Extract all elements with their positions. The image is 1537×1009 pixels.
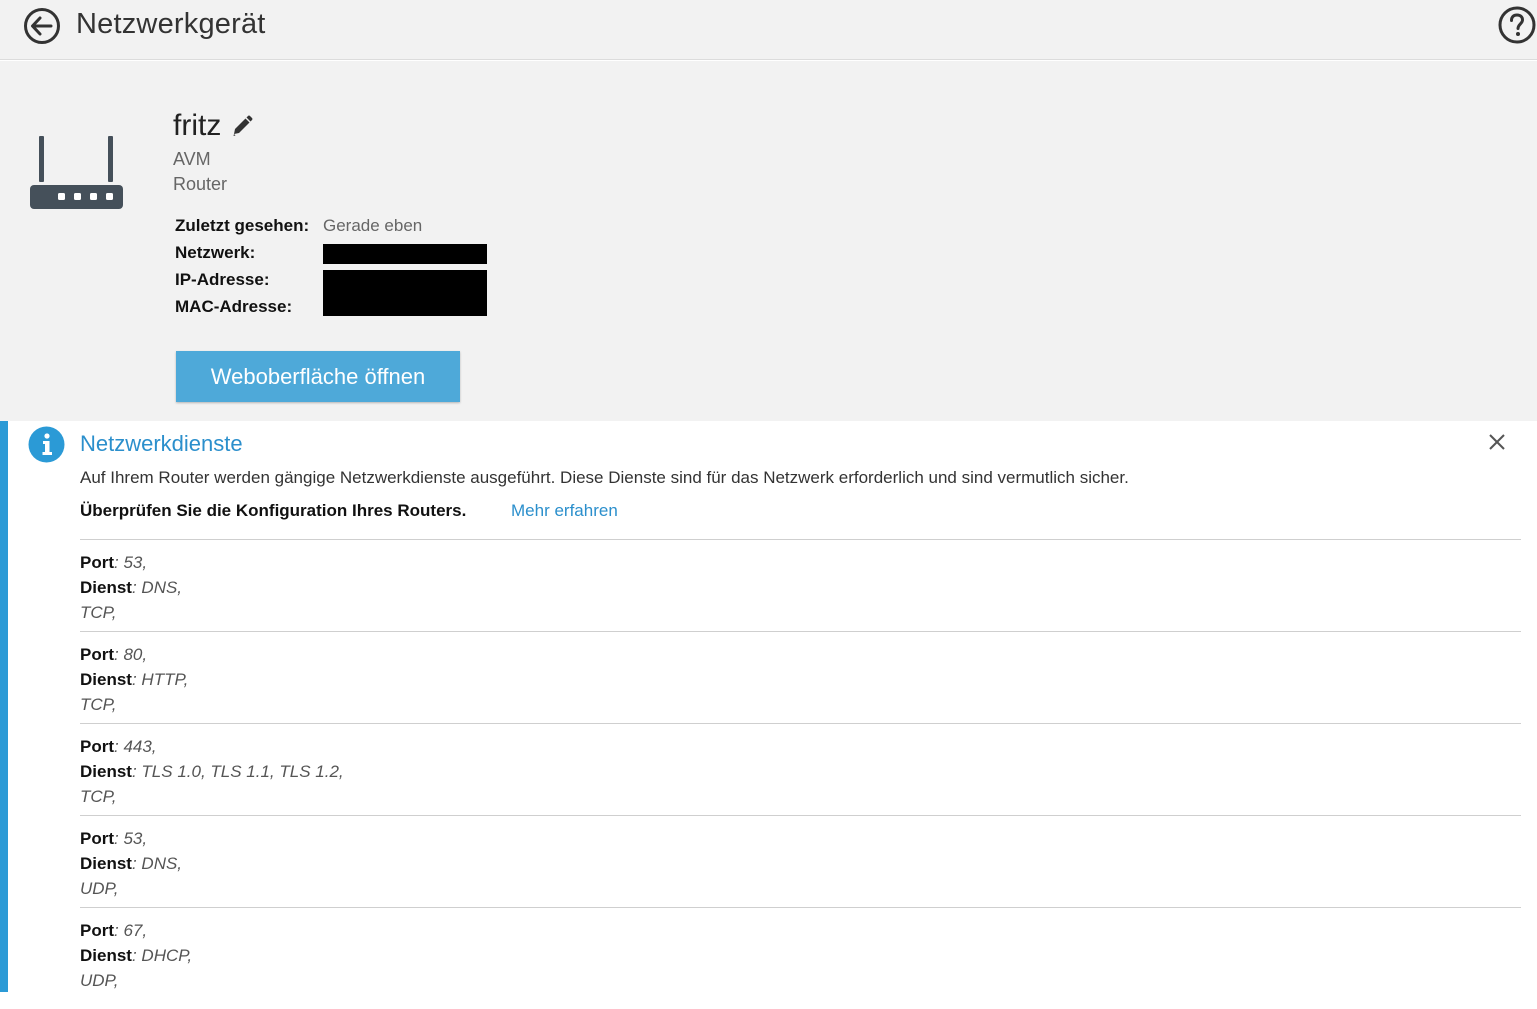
service-value: : DNS,: [131, 578, 183, 597]
service-value: : DHCP,: [131, 946, 193, 965]
mac-address-label: MAC-Adresse:: [175, 297, 293, 316]
service-key: Dienst: [80, 946, 132, 965]
back-arrow-icon[interactable]: [22, 6, 62, 46]
help-icon[interactable]: [1497, 5, 1537, 45]
router-icon: [30, 136, 124, 211]
protocol-value: TCP,: [80, 695, 117, 714]
service-key: Dienst: [80, 854, 132, 873]
port-key: Port: [80, 553, 114, 572]
service-item: Port: 53, Dienst: DNS, UDP,: [80, 815, 1521, 907]
service-item: Port: 53, Dienst: DNS, TCP,: [80, 539, 1521, 631]
port-value: : 53,: [114, 553, 148, 572]
page-title: Netzwerkgerät: [76, 8, 266, 40]
protocol-value: TCP,: [80, 603, 117, 622]
service-item: Port: 443, Dienst: TLS 1.0, TLS 1.1, TLS…: [80, 723, 1521, 815]
port-key: Port: [80, 829, 114, 848]
service-item: Port: 80, Dienst: HTTP, TCP,: [80, 631, 1521, 723]
port-value: : 67,: [114, 921, 148, 940]
service-value: : DNS,: [131, 854, 183, 873]
port-key: Port: [80, 921, 114, 940]
service-item: Port: 67, Dienst: DHCP, UDP,: [80, 907, 1521, 999]
device-name-row: fritz: [173, 109, 253, 143]
port-value: : 443,: [114, 737, 157, 756]
network-value-redacted: [323, 244, 487, 264]
service-list: Port: 53, Dienst: DNS, TCP, Port: 80, Di…: [80, 539, 1521, 999]
port-key: Port: [80, 737, 114, 756]
service-key: Dienst: [80, 762, 132, 781]
ip-address-label: IP-Adresse:: [175, 270, 270, 289]
accent-bar: [0, 421, 8, 992]
service-key: Dienst: [80, 578, 132, 597]
protocol-value: UDP,: [80, 971, 119, 990]
learn-more-link[interactable]: Mehr erfahren: [511, 501, 618, 521]
device-type: Router: [173, 174, 228, 194]
network-services-panel: Netzwerkdienste Auf Ihrem Router werden …: [0, 421, 1537, 1009]
device-name: fritz: [173, 109, 222, 142]
services-description: Auf Ihrem Router werden gängige Netzwerk…: [80, 468, 1129, 487]
protocol-value: UDP,: [80, 879, 119, 898]
pencil-icon[interactable]: [231, 115, 253, 137]
port-value: : 80,: [114, 645, 148, 664]
last-seen-label: Zuletzt gesehen:: [175, 216, 310, 235]
last-seen-value: Gerade eben: [323, 216, 423, 235]
info-icon: [28, 426, 65, 463]
ip-mac-value-redacted: [323, 270, 487, 316]
device-panel: fritz AVM Router Zuletzt gesehen: Gerade…: [0, 61, 1537, 421]
port-value: : 53,: [114, 829, 148, 848]
service-value: : HTTP,: [131, 670, 189, 689]
header-bar: Netzwerkgerät: [0, 0, 1537, 60]
service-key: Dienst: [80, 670, 132, 689]
device-vendor: AVM: [173, 149, 211, 169]
close-icon[interactable]: [1486, 431, 1508, 453]
check-router-config-text: Überprüfen Sie die Konfiguration Ihres R…: [80, 501, 467, 520]
service-value: : TLS 1.0, TLS 1.1, TLS 1.2,: [131, 762, 344, 781]
port-key: Port: [80, 645, 114, 664]
protocol-value: TCP,: [80, 787, 117, 806]
open-web-interface-button[interactable]: Weboberfläche öffnen: [176, 351, 460, 402]
services-title: Netzwerkdienste: [80, 431, 243, 456]
network-label: Netzwerk:: [175, 243, 256, 262]
